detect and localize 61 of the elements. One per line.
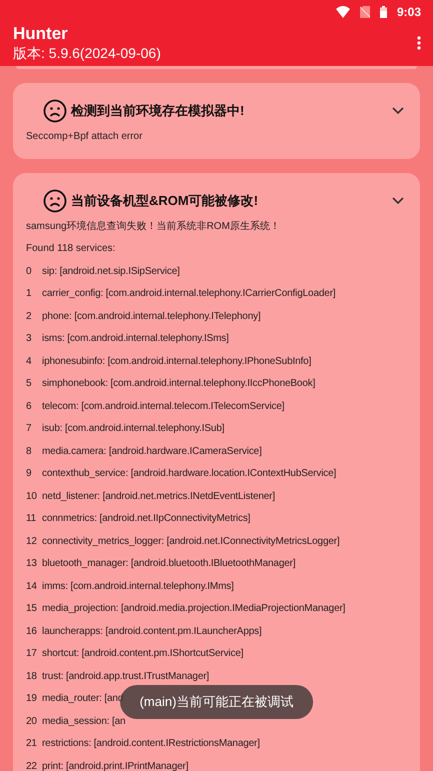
service-entry: telecom: [com.android.internal.telecom.ITelecomService] xyxy=(42,400,284,414)
collapse-chevron-icon[interactable] xyxy=(392,196,404,204)
service-index: 13 xyxy=(26,557,38,571)
service-index: 14 xyxy=(26,580,38,594)
wifi-icon xyxy=(336,6,350,18)
service-index: 3 xyxy=(26,332,32,346)
service-entry: shortcut: [android.content.pm.IShortcutService] xyxy=(42,647,244,661)
service-index: 15 xyxy=(26,602,38,616)
service-index: 7 xyxy=(26,422,32,436)
service-index: 1 xyxy=(26,287,32,301)
detail-text: samsung环境信息查询失败！当前系统非ROM原生系统！ xyxy=(26,220,281,234)
status-time: 9:03 xyxy=(396,5,421,19)
no-sim-icon xyxy=(360,6,370,18)
service-index: 9 xyxy=(26,467,32,481)
service-index: 12 xyxy=(26,534,38,548)
service-index: 19 xyxy=(26,692,38,706)
collapse-chevron-icon[interactable] xyxy=(392,107,404,115)
detail-text: Seccomp+Bpf attach error xyxy=(26,130,144,144)
service-entry: imms: [com.android.internal.telephony.IMms] xyxy=(42,580,234,594)
service-index: 16 xyxy=(26,624,38,638)
service-index: 20 xyxy=(26,714,38,728)
more-options-icon[interactable] xyxy=(417,36,421,50)
service-entry: media_projection: [android.media.projection.IMediaProjectionManager] xyxy=(42,602,346,616)
version-label: 版本: 5.9.6(2024-09-06) xyxy=(13,44,161,62)
service-index: 21 xyxy=(26,737,38,751)
service-entry: launcherapps: [android.content.pm.ILauncherApps] xyxy=(42,624,262,638)
sad-face-icon xyxy=(43,99,67,123)
service-index: 5 xyxy=(26,377,32,391)
service-entry: trust: [android.app.trust.ITrustManager] xyxy=(42,670,210,684)
service-entry: isms: [com.android.internal.telephony.ISms] xyxy=(42,332,229,346)
service-entry: connectivity_metrics_logger: [android.net.IConnectivityMetricsLogger] xyxy=(42,534,340,548)
service-entry: media_session: [an xyxy=(42,714,126,728)
service-entry: isub: [com.android.internal.telephony.ISub] xyxy=(42,422,224,436)
service-index: 6 xyxy=(26,400,32,414)
service-entry: iphonesubinfo: [com.android.internal.telephony.IPhoneSubInfo] xyxy=(42,354,312,368)
service-entry: connmetrics: [android.net.IIpConnectivityMetrics] xyxy=(42,512,250,526)
service-index: 10 xyxy=(26,490,38,504)
detail-text: Found 118 services: xyxy=(26,242,116,256)
service-entry: bluetooth_manager: [android.bluetooth.IBluetoothManager] xyxy=(42,557,296,571)
service-index: 11 xyxy=(26,512,38,526)
service-index: 4 xyxy=(26,354,32,368)
service-entry: carrier_config: [com.android.internal.telephony.ICarrierConfigLoader] xyxy=(42,287,336,301)
service-entry: restrictions: [android.content.IRestrictionsManager] xyxy=(42,737,260,751)
service-index: 8 xyxy=(26,444,32,458)
service-entry: contexthub_service: [android.hardware.location.IContextHubService] xyxy=(42,467,336,481)
service-entry: media.camera: [android.hardware.ICameraService] xyxy=(42,444,262,458)
app-title: Hunter xyxy=(13,24,69,44)
service-entry: print: [android.print.IPrintManager] xyxy=(42,760,188,771)
service-entry: sip: [android.net.sip.ISipService] xyxy=(42,264,180,278)
service-index: 18 xyxy=(26,670,38,684)
service-index: 22 xyxy=(26,760,38,771)
service-entry: phone: [com.android.internal.telephony.ITelephony] xyxy=(42,310,261,324)
service-index: 17 xyxy=(26,647,38,661)
service-index: 2 xyxy=(26,310,32,324)
sad-face-icon xyxy=(43,188,67,212)
service-entry: simphonebook: [com.android.internal.telephony.IIccPhoneBook] xyxy=(42,377,316,391)
battery-icon xyxy=(380,6,387,18)
service-index: 0 xyxy=(26,264,32,278)
card-title: 检测到当前环境存在模拟器中! xyxy=(71,102,246,120)
card-title: 当前设备机型&ROM可能被修改! xyxy=(71,192,260,210)
service-entry: netd_listener: [android.net.metrics.INetdEventListener] xyxy=(42,490,275,504)
